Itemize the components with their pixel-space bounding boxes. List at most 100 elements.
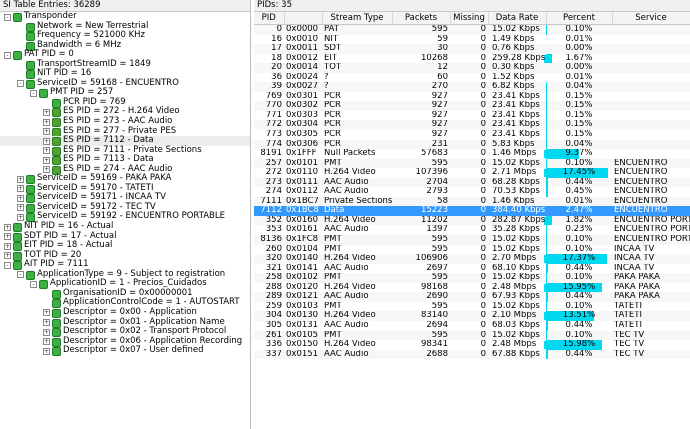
data-rate-text: 2.70 Mbps — [492, 254, 537, 264]
pid-row[interactable]: 258 0x0102 PMT 595 0 15.02 Kbps 0.10% PAKA PAKA — [254, 273, 690, 283]
column-header[interactable]: PID — [254, 12, 285, 25]
data-rate-cell: 15.02 Kbps — [488, 245, 546, 255]
percent-text: 0.10% — [565, 273, 593, 283]
percent-text: 0.15% — [565, 91, 593, 101]
column-header[interactable]: Stream Type — [322, 12, 393, 25]
expand-toggle-icon[interactable]: + — [43, 118, 50, 126]
collapse-toggle-icon[interactable]: - — [30, 89, 37, 97]
pid-hex-cell: 0x0027 — [284, 82, 322, 92]
expand-toggle-icon[interactable]: + — [43, 147, 50, 155]
pid-row[interactable]: 336 0x0150 H.264 Video 98341 0 2.48 Mbps 15.98… — [254, 340, 690, 350]
column-header[interactable]: Percent — [546, 12, 613, 25]
column-header[interactable] — [284, 12, 323, 25]
pid-row[interactable]: 353 0x0161 AAC Audio 1397 0 35.28 Kbps 0.23% EN… — [254, 225, 690, 236]
pid-row[interactable]: 274 0x0112 AAC Audio 2793 0 70.53 Kbps 0.45% EN… — [254, 187, 690, 197]
missing-cell: 0 — [480, 110, 486, 120]
pid-hex-cell: 0x0112 — [286, 187, 319, 197]
packets-cell: 98168 — [420, 282, 448, 292]
pid-row[interactable]: 36 0x0024? 60 0 1.52 Kbps 0.01% — [254, 72, 690, 83]
pid-row[interactable]: 8191 0x1FFF Null Packets 57683 0 1.46 Mbps 9.3… — [254, 149, 690, 159]
pid-row[interactable]: 261 0x0105 PMT 595 0 15.02 Kbps 0.10% TEC TV — [254, 330, 690, 341]
column-header[interactable]: Packets — [392, 12, 451, 25]
pid-row[interactable]: 7111 0x1BC7 Private Sections 58 0 1.46 Kbps 0.… — [254, 196, 690, 207]
pid-row[interactable]: 260 0x0104 PMT 595 0 15.02 Kbps 0.10% INCAA TV — [254, 244, 690, 255]
pid-row[interactable]: 320 0x0140 H.264 Video 106906 0 2.70 Mbps 17.3… — [254, 254, 690, 264]
pid-row[interactable]: 774 0x0306 PCR 231 0 5.83 Kbps 0.04% — [254, 139, 690, 150]
collapse-toggle-icon[interactable]: - — [17, 271, 24, 279]
data-rate-text: 0.30 Kbps — [492, 63, 535, 73]
percent-cell: 0.00% — [546, 44, 612, 54]
percent-text: 0.10% — [565, 158, 593, 168]
expand-toggle-icon[interactable]: + — [43, 137, 50, 145]
column-header[interactable]: Service — [612, 12, 690, 25]
percent-text: 0.23% — [565, 225, 593, 235]
pid-row[interactable]: 259 0x0103 PMT 595 0 15.02 Kbps 0.10% TATETI — [254, 301, 690, 312]
expand-toggle-icon[interactable]: + — [43, 166, 50, 174]
column-header[interactable]: Missing — [450, 12, 489, 25]
expand-toggle-icon[interactable]: + — [4, 252, 11, 260]
expand-toggle-icon[interactable]: + — [4, 242, 11, 250]
expand-toggle-icon[interactable]: + — [17, 204, 24, 212]
pid-row[interactable]: 272 0x0110 H.264 Video 107396 0 2.71 Mbps 17.4… — [254, 168, 690, 178]
percent-cell: 0.10% — [546, 301, 612, 312]
pid-row[interactable]: 321 0x0141 AAC Audio 2697 0 68.10 Kbps 0.44% IN… — [254, 263, 690, 274]
percent-text: 0.01% — [565, 196, 593, 206]
pid-row[interactable]: 17 0x0011 SDT 30 0 0.76 Kbps 0.00% — [254, 44, 690, 54]
pid-row[interactable]: 352 0x0160 H.264 Video 11202 0 282.87 Kbps 1.8… — [254, 215, 690, 226]
missing-cell: 0 — [450, 349, 488, 360]
pid-row[interactable]: 8136 0x1FC8 PMT 595 0 15.02 Kbps 0.10% ENCUENTR… — [254, 235, 690, 245]
expand-toggle-icon[interactable]: + — [43, 319, 50, 326]
expand-toggle-icon[interactable]: + — [43, 156, 50, 164]
collapse-toggle-icon[interactable]: - — [30, 280, 37, 288]
percent-text: 0.44% — [565, 177, 593, 187]
expand-toggle-icon[interactable]: + — [17, 213, 24, 221]
column-header[interactable]: Data Rate — [488, 12, 547, 25]
tree-node[interactable]: - ServiceID = 59168 - ENCUENTRO — [0, 78, 250, 89]
data-rate-cell: 23.41 Kbps — [488, 130, 546, 140]
data-rate-cell: 0.76 Kbps — [488, 44, 546, 54]
pid-row[interactable]: 770 0x0302 PCR 927 0 23.41 Kbps 0.15% — [254, 101, 690, 111]
data-rate-cell: 282.87 Kbps — [488, 215, 546, 226]
pid-cell: 289 — [254, 292, 284, 302]
data-rate-cell: 2.71 Mbps — [488, 168, 546, 178]
pid-row[interactable]: 16 0x0010 NIT 59 0 1.49 Kbps 0.01% — [254, 34, 690, 45]
expand-toggle-icon[interactable]: + — [43, 128, 50, 136]
expand-toggle-icon[interactable]: + — [43, 108, 50, 116]
pid-row[interactable]: 772 0x0304 PCR 927 0 23.41 Kbps 0.15% — [254, 120, 690, 131]
pid-row[interactable]: 304 0x0130 H.264 Video 83140 0 2.10 Mbps 13.51… — [254, 311, 690, 321]
collapse-toggle-icon[interactable]: - — [4, 261, 11, 269]
pid-row[interactable]: 773 0x0305 PCR 927 0 23.41 Kbps 0.15% — [254, 130, 690, 140]
pid-row[interactable]: 20 0x0014 TOT 12 0 0.30 Kbps 0.00% — [254, 63, 690, 73]
expand-toggle-icon[interactable]: + — [17, 185, 24, 193]
expand-toggle-icon[interactable]: + — [4, 223, 11, 231]
packets-cell: 57683 — [420, 149, 448, 159]
pid-row[interactable]: 7112 0x1BC8 Data 15223 0 384.40 Kbps 2.47% ENCU… — [254, 206, 690, 216]
expand-toggle-icon[interactable]: + — [17, 175, 24, 183]
pid-row[interactable]: 39 0x0027? 270 0 6.82 Kbps 0.04% — [254, 82, 690, 92]
expand-toggle-icon[interactable]: + — [43, 347, 50, 355]
pid-row[interactable]: 771 0x0303 PCR 927 0 23.41 Kbps 0.15% — [254, 110, 690, 121]
collapse-toggle-icon[interactable]: - — [17, 80, 24, 88]
pid-row[interactable]: 769 0x0301 PCR 927 0 23.41 Kbps 0.15% — [254, 91, 690, 102]
tree-node[interactable]: + Descriptor = 0x07 - User defined — [0, 346, 250, 357]
pid-row[interactable]: 289 0x0121 AAC Audio 2690 0 67.93 Kbps 0.44% PA… — [254, 292, 690, 302]
pid-row[interactable]: 0 0x0000 PAT 595 0 15.02 Kbps 0.10% — [254, 24, 690, 35]
expand-toggle-icon[interactable]: + — [43, 338, 50, 346]
si-tree[interactable]: - Transponder Network = New Terrestrial Fre… — [0, 11, 250, 357]
expand-toggle-icon[interactable]: + — [4, 233, 11, 241]
pid-row[interactable]: 273 0x0111 AAC Audio 2704 0 68.28 Kbps 0.44% EN… — [254, 177, 690, 188]
expand-toggle-icon[interactable]: + — [17, 194, 24, 202]
pid-row[interactable]: 337 0x0151 AAC Audio 2688 0 67.88 Kbps 0.44% TE… — [254, 349, 690, 360]
collapse-toggle-icon[interactable]: - — [4, 51, 11, 59]
pid-row[interactable]: 257 0x0101 PMT 595 0 15.02 Kbps 0.10% ENCUENTRO — [254, 158, 690, 169]
pid-row[interactable]: 305 0x0131 AAC Audio 2694 0 68.03 Kbps 0.44% TA… — [254, 320, 690, 331]
data-rate-text: 68.28 Kbps — [492, 177, 540, 187]
percent-text: 0.04% — [565, 139, 593, 149]
expand-toggle-icon[interactable]: + — [43, 309, 50, 317]
service-cell: TEC TV — [614, 340, 645, 350]
collapse-toggle-icon[interactable]: - — [4, 13, 11, 21]
stream-type-cell: PCR — [322, 120, 392, 131]
pid-row[interactable]: 288 0x0120 H.264 Video 98168 0 2.48 Mbps 15.95… — [254, 282, 690, 293]
expand-toggle-icon[interactable]: + — [43, 328, 50, 336]
pid-row[interactable]: 18 0x0012 EIT 10268 0 259.28 Kbps 1.67% — [254, 53, 690, 64]
